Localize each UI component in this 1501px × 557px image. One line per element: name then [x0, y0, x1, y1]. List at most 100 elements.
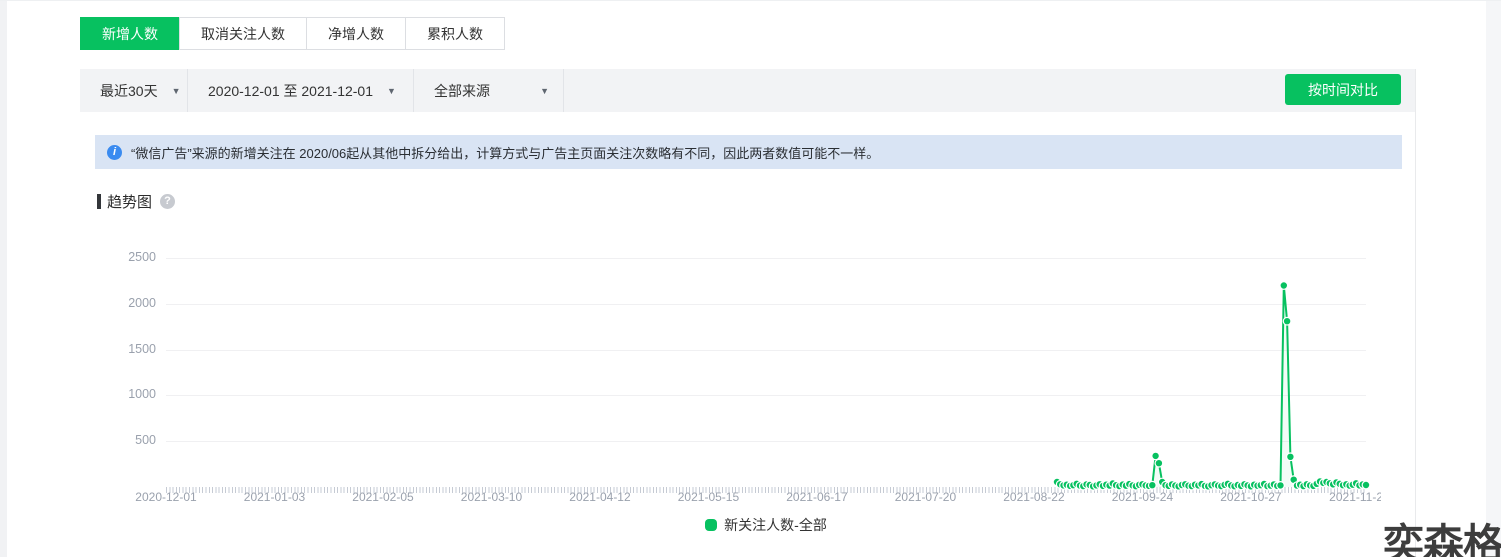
data-point — [1256, 480, 1266, 490]
data-point — [1134, 480, 1144, 490]
data-point — [1266, 481, 1276, 491]
data-point — [1305, 481, 1315, 490]
tab-new-followers[interactable]: 新增人数 — [80, 17, 180, 50]
tab-cumulative[interactable]: 累积人数 — [405, 17, 505, 50]
series-points — [1052, 281, 1371, 491]
page-right-gutter — [1486, 1, 1501, 557]
data-point — [1322, 477, 1331, 487]
data-point — [1246, 481, 1256, 491]
x-axis-label: 2021-11-29 — [1329, 490, 1381, 504]
data-point — [1239, 479, 1249, 489]
metric-tabs: 新增人数 取消关注人数 净增人数 累积人数 — [80, 17, 505, 50]
x-axis-labels: 2020-12-01 2021-01-03 2021-02-05 2021-03-10… — [0, 490, 1381, 506]
data-point — [1226, 481, 1236, 490]
data-point — [1354, 481, 1364, 490]
data-point — [1282, 316, 1292, 326]
data-point — [1075, 481, 1085, 491]
series-area — [1057, 285, 1366, 487]
tab-unfollowers[interactable]: 取消关注人数 — [179, 17, 307, 50]
data-point — [1151, 451, 1160, 461]
data-point — [1193, 481, 1203, 490]
date-range-select[interactable]: 2020-12-01 至 2021-12-01 ▼ — [188, 69, 414, 112]
data-point — [1131, 481, 1141, 491]
data-point — [1147, 480, 1157, 490]
data-point — [1249, 480, 1259, 490]
data-point — [1295, 480, 1305, 490]
data-point — [1279, 281, 1289, 290]
data-point — [1118, 480, 1128, 490]
data-point — [1325, 478, 1335, 488]
data-point — [1105, 481, 1114, 491]
section-title: 趋势图 — [107, 194, 153, 211]
data-point — [1062, 480, 1072, 490]
data-point — [1203, 481, 1213, 491]
data-point — [1170, 481, 1180, 491]
source-select[interactable]: 全部来源 ▼ — [414, 69, 564, 112]
data-point — [1213, 481, 1223, 491]
data-point — [1285, 452, 1295, 462]
compare-by-time-button[interactable]: 按时间对比 — [1285, 74, 1401, 105]
data-point — [1210, 480, 1220, 489]
data-point — [1253, 481, 1262, 491]
chevron-down-icon: ▼ — [171, 85, 181, 96]
data-point — [1108, 479, 1118, 488]
gridline — [166, 258, 1366, 259]
chart-legend[interactable]: 新关注人数-全部 — [166, 515, 1366, 535]
data-point — [1236, 481, 1246, 491]
data-point — [1082, 480, 1091, 489]
filter-bar: 最近30天 ▼ 2020-12-01 至 2021-12-01 ▼ 全部来源 ▼… — [80, 69, 1415, 112]
data-point — [1177, 480, 1187, 490]
data-point — [1272, 481, 1282, 491]
data-point — [1068, 480, 1078, 490]
data-point — [1338, 480, 1348, 490]
legend-swatch — [705, 519, 718, 531]
data-point — [1184, 481, 1193, 491]
data-point — [1128, 481, 1137, 490]
data-point — [1111, 480, 1121, 490]
data-point — [1124, 479, 1134, 489]
data-point — [1055, 479, 1065, 489]
data-point — [1318, 478, 1328, 488]
data-point — [1312, 479, 1322, 489]
x-axis-label: 2021-01-03 — [243, 490, 306, 504]
time-range-select[interactable]: 最近30天 ▼ — [80, 69, 188, 112]
x-axis-ticks — [166, 487, 1366, 493]
watermark-logo: 奕森格 — [1383, 520, 1501, 557]
x-axis-label: 2021-10-27 — [1220, 490, 1282, 504]
notice-text: “微信广告”来源的新增关注在 2020/06起从其他中拆分给出，计算方式与广告主… — [131, 145, 880, 161]
y-axis-label: 2000 — [128, 295, 156, 310]
x-axis-label: 2020-12-01 — [135, 490, 197, 504]
chevron-down-icon: ▼ — [387, 85, 396, 96]
data-point — [1065, 481, 1075, 491]
data-point — [1259, 479, 1269, 489]
data-point — [1161, 480, 1170, 490]
gridline — [166, 349, 1366, 351]
data-point — [1351, 478, 1361, 488]
x-axis-label: 2021-06-17 — [786, 490, 848, 504]
gridline — [166, 395, 1366, 397]
y-axis-label: 1000 — [128, 387, 156, 402]
data-point — [1114, 481, 1124, 491]
gridline — [166, 303, 1366, 305]
page-left-gutter — [0, 1, 7, 557]
data-point — [1345, 481, 1354, 491]
help-icon[interactable]: ? — [160, 194, 176, 209]
x-axis-label: 2021-09-24 — [1111, 490, 1174, 504]
y-axis-label: 2500 — [128, 250, 156, 264]
y-axis-label: 1500 — [128, 341, 156, 356]
tab-net-growth[interactable]: 净增人数 — [306, 17, 406, 50]
title-accent-bar — [97, 194, 101, 209]
data-point — [1299, 481, 1308, 491]
data-point — [1088, 481, 1098, 491]
data-point — [1197, 479, 1206, 489]
data-point — [1262, 481, 1272, 491]
data-point — [1141, 481, 1151, 490]
info-icon: i — [107, 144, 122, 160]
data-point — [1223, 479, 1233, 489]
data-point — [1098, 481, 1108, 491]
x-axis-label: 2021-08-22 — [1003, 490, 1065, 504]
gridline — [166, 441, 1366, 443]
data-point — [1328, 480, 1338, 489]
data-point — [1341, 479, 1351, 489]
data-point — [1335, 479, 1345, 489]
